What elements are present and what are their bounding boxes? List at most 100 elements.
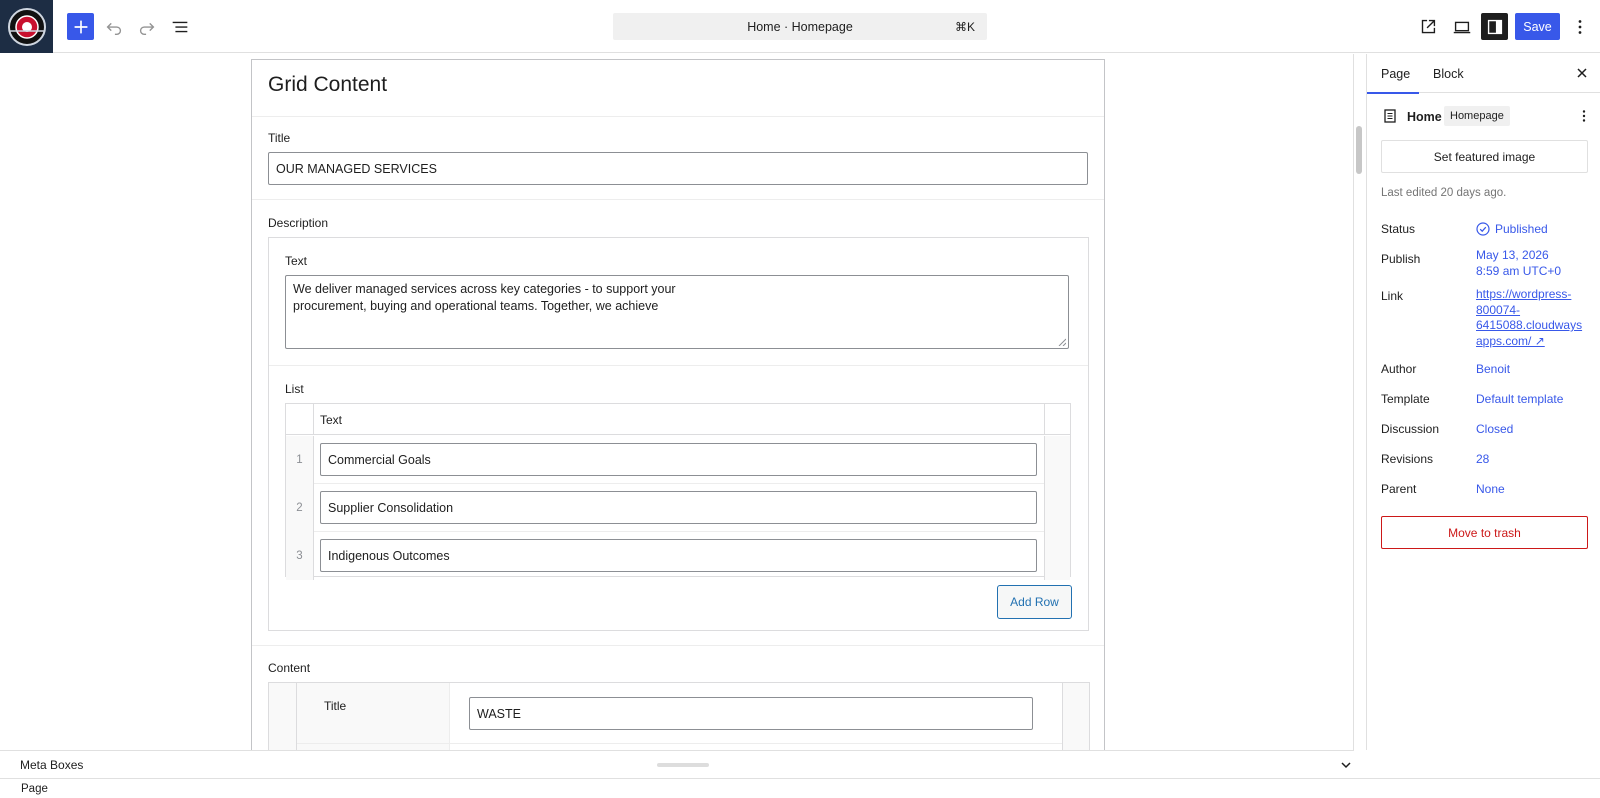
- textarea-line: procurement, buying and operational team…: [293, 299, 659, 313]
- status-label: Status: [1381, 222, 1416, 236]
- repeater-header: Text: [286, 404, 1070, 435]
- list-label: List: [285, 382, 304, 396]
- permalink-line: https://wordpress-: [1476, 287, 1572, 301]
- revisions-label: Revisions: [1381, 452, 1434, 466]
- list-item-input[interactable]: Supplier Consolidation: [320, 491, 1037, 524]
- grid-content-metabox: Grid Content Title OUR MANAGED SERVICES …: [251, 59, 1105, 783]
- settings-toggle-button[interactable]: [1481, 13, 1508, 40]
- template-label: Template: [1381, 392, 1430, 406]
- sidebar-tabs: Page Block: [1367, 54, 1600, 94]
- status-text: Published: [1495, 222, 1548, 236]
- list-repeater-table: Text 1 Commercial Goals 2 Supplier Conso…: [285, 403, 1071, 580]
- sidebar-icon: [1487, 19, 1502, 34]
- text-label: Text: [285, 254, 308, 268]
- canvas-divider: [1353, 54, 1354, 750]
- row-handle[interactable]: 2: [286, 484, 314, 532]
- text-textarea[interactable]: We deliver managed services across key c…: [285, 275, 1069, 349]
- discussion-label: Discussion: [1381, 422, 1440, 436]
- permalink-line: 6415088.cloudways: [1476, 318, 1583, 332]
- breadcrumb[interactable]: Page: [21, 783, 48, 795]
- textarea-line: We deliver managed services across key c…: [293, 282, 676, 296]
- desktop-icon: [1453, 21, 1470, 33]
- publish-date-button[interactable]: May 13, 2026 8:59 am UTC+0: [1476, 248, 1561, 279]
- close-icon[interactable]: [1574, 65, 1590, 81]
- parent-value[interactable]: None: [1476, 482, 1505, 498]
- view-page-button[interactable]: [1414, 13, 1441, 40]
- list-item-input[interactable]: Indigenous Outcomes: [320, 539, 1037, 572]
- publish-time: 8:59 am UTC+0: [1476, 263, 1562, 278]
- title-input[interactable]: OUR MANAGED SERVICES: [268, 152, 1088, 185]
- block-breadcrumb-footer: Page: [0, 778, 1600, 798]
- homepage-badge: Homepage: [1444, 106, 1510, 126]
- editor-toolbar: Home · Homepage ⌘K Save: [0, 0, 1600, 53]
- link-label: Link: [1381, 289, 1404, 303]
- author-label: Author: [1381, 362, 1417, 376]
- row-actions[interactable]: [1044, 484, 1070, 532]
- metabox-header: Grid Content: [252, 60, 1104, 117]
- template-value[interactable]: Default template: [1476, 392, 1563, 408]
- more-vertical-icon[interactable]: [1576, 108, 1592, 124]
- row-handle[interactable]: 3: [286, 532, 314, 580]
- chevron-down-icon[interactable]: [1338, 757, 1354, 773]
- canvas-scrollbar[interactable]: [1356, 126, 1362, 174]
- preview-button[interactable]: [1448, 13, 1475, 40]
- more-vertical-icon: [1578, 19, 1581, 34]
- options-menu-button[interactable]: [1566, 13, 1593, 40]
- list-view-icon: [172, 21, 187, 32]
- add-row-button[interactable]: Add Row: [997, 585, 1072, 619]
- content-title-label: Title: [324, 699, 347, 713]
- command-center-title: Home · Homepage: [747, 19, 853, 34]
- save-button[interactable]: Save: [1515, 13, 1560, 40]
- set-featured-image-button[interactable]: Set featured image: [1381, 140, 1588, 173]
- divider: [450, 743, 1062, 744]
- keyboard-shortcut: ⌘K: [954, 19, 975, 34]
- parent-label: Parent: [1381, 482, 1417, 496]
- plus-icon: [74, 20, 87, 33]
- revisions-value[interactable]: 28: [1476, 452, 1489, 468]
- published-check-icon: [1476, 222, 1490, 236]
- undo-button[interactable]: [100, 13, 127, 40]
- discussion-value[interactable]: Closed: [1476, 422, 1513, 438]
- redo-button[interactable]: [133, 13, 160, 40]
- permalink-line: 800074-: [1476, 302, 1521, 317]
- description-group: Text We deliver managed services across …: [268, 237, 1089, 631]
- table-row: 1 Commercial Goals: [286, 436, 1070, 484]
- site-logo[interactable]: [0, 0, 53, 53]
- resize-handle[interactable]: [657, 763, 709, 767]
- undo-icon: [106, 22, 121, 35]
- tab-block[interactable]: Block: [1433, 54, 1464, 93]
- document-overview-button[interactable]: [166, 13, 193, 40]
- table-row: 3 Indigenous Outcomes: [286, 532, 1070, 580]
- tab-page[interactable]: Page: [1367, 54, 1421, 94]
- resize-grip-icon[interactable]: [1058, 338, 1066, 346]
- divider: [252, 645, 1104, 646]
- last-edited-text: Last edited 20 days ago.: [1381, 187, 1507, 199]
- meta-boxes-label: Meta Boxes: [20, 758, 84, 772]
- meta-boxes-panel: Meta Boxes: [0, 750, 1354, 778]
- content-label: Content: [268, 661, 311, 675]
- status-value[interactable]: Published: [1476, 222, 1548, 238]
- permalink[interactable]: https://wordpress- 800074- 6415088.cloud…: [1476, 287, 1582, 349]
- table-row: 2 Supplier Consolidation: [286, 484, 1070, 532]
- redo-icon: [139, 22, 154, 35]
- list-item-input[interactable]: Commercial Goals: [320, 443, 1037, 476]
- document-title: Home: [1407, 110, 1442, 124]
- page-icon: [1384, 109, 1396, 123]
- publish-date: May 13, 2026: [1476, 248, 1549, 262]
- row-actions[interactable]: [1044, 436, 1070, 484]
- publish-label: Publish: [1381, 252, 1421, 266]
- divider: [297, 743, 450, 744]
- row-actions[interactable]: [1044, 532, 1070, 580]
- column-header-text: Text: [320, 413, 343, 427]
- row-handle[interactable]: 1: [286, 436, 314, 484]
- block-inserter-button[interactable]: [67, 13, 94, 40]
- external-link-icon: [1421, 19, 1435, 33]
- command-center[interactable]: Home · Homepage ⌘K: [613, 13, 987, 40]
- move-to-trash-button[interactable]: Move to trash: [1381, 516, 1588, 549]
- description-label: Description: [268, 216, 329, 230]
- author-value[interactable]: Benoit: [1476, 362, 1510, 378]
- actions-column-divider: [1044, 404, 1045, 435]
- divider: [269, 365, 1088, 366]
- divider: [252, 199, 1104, 200]
- content-title-input[interactable]: WASTE: [469, 697, 1033, 730]
